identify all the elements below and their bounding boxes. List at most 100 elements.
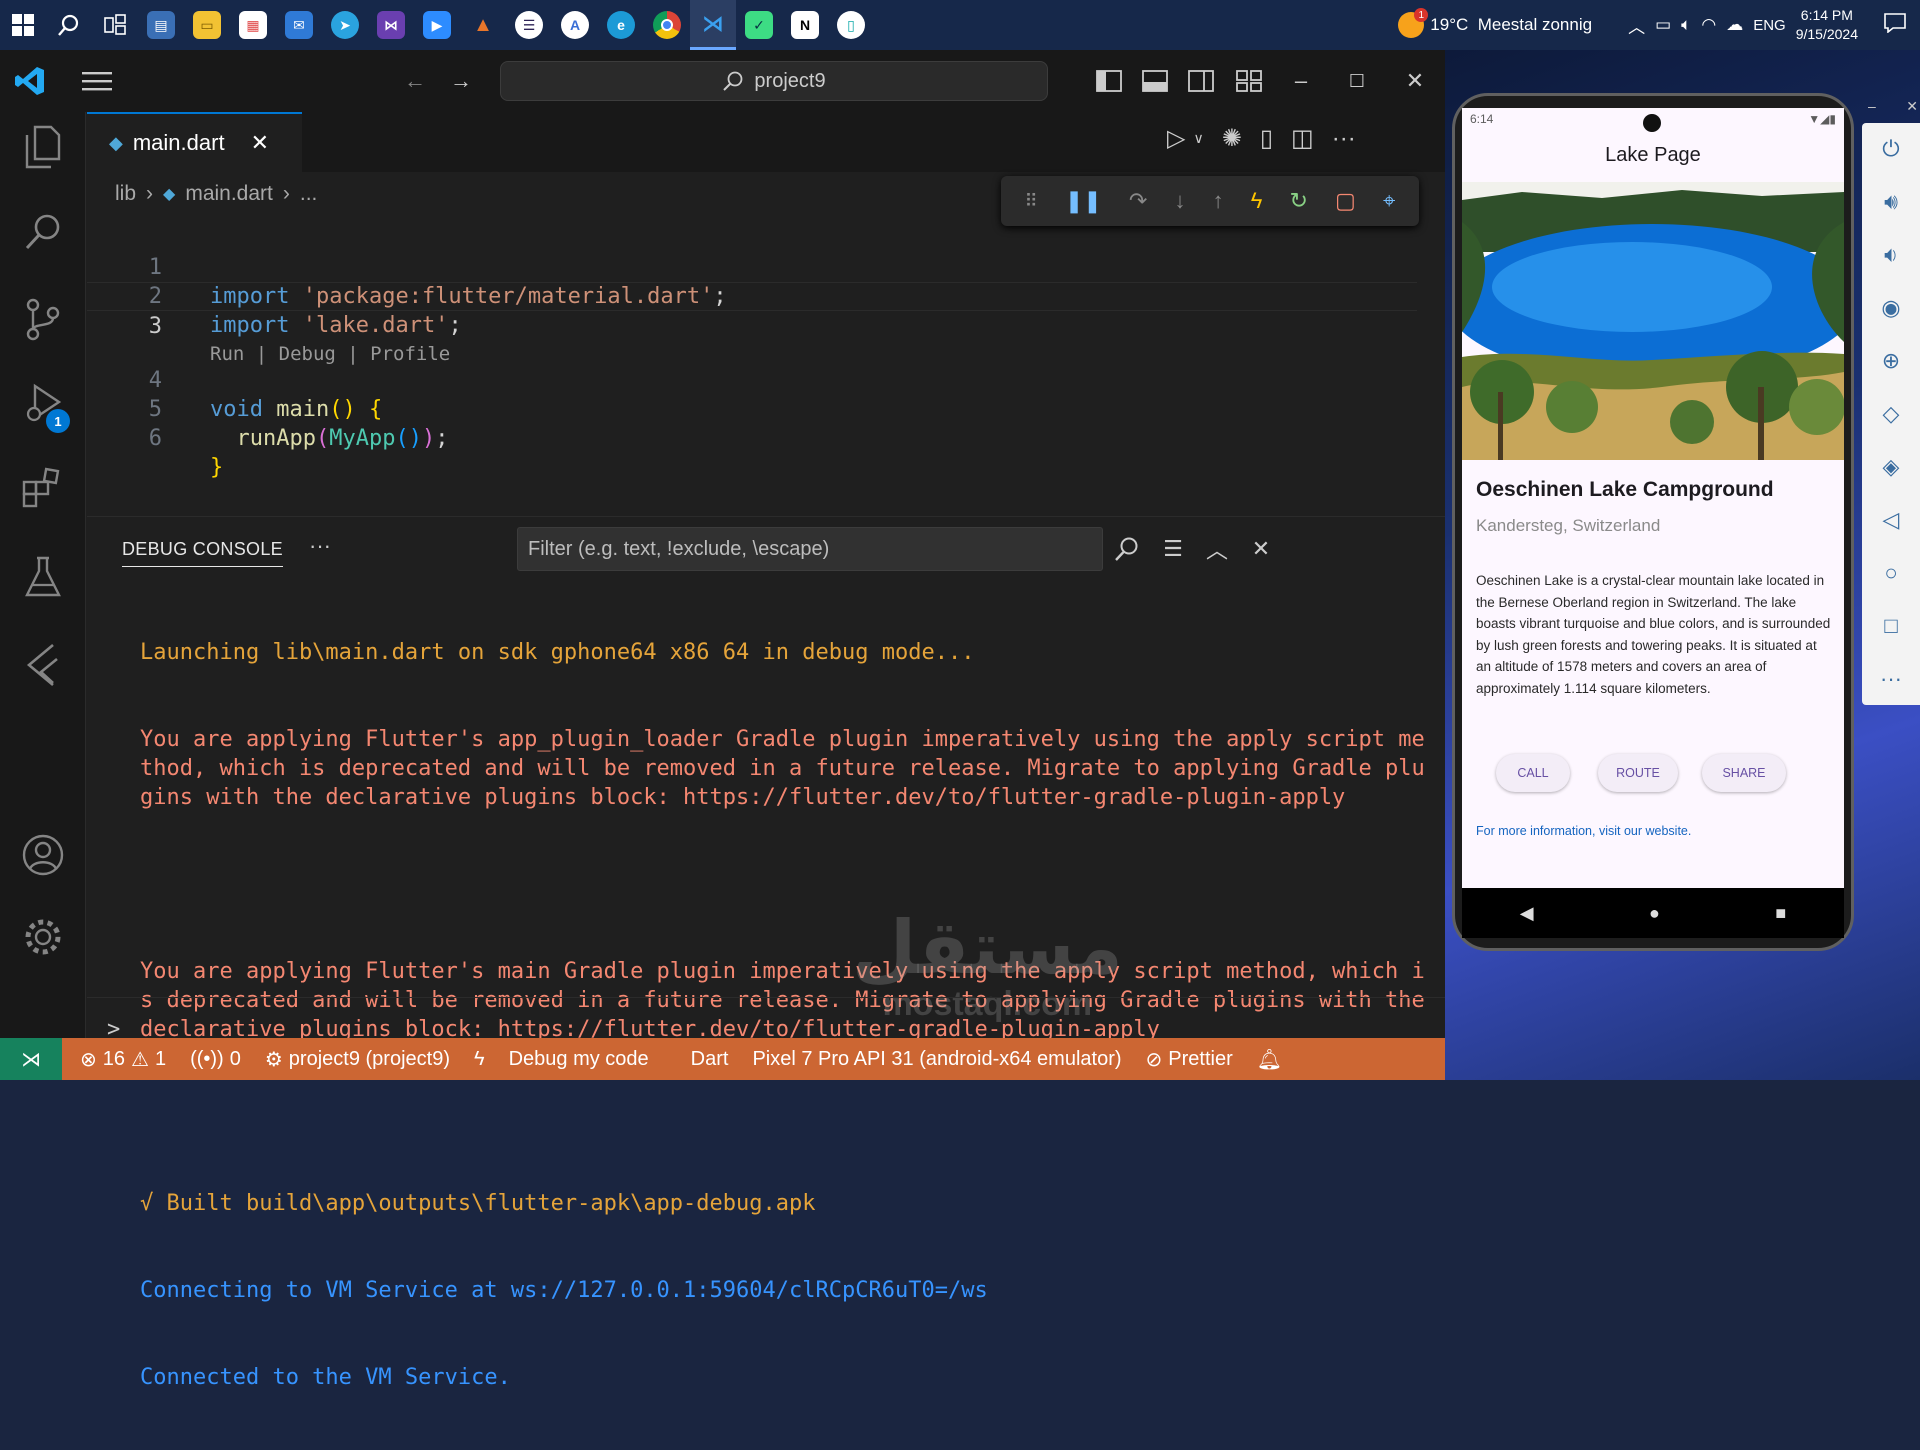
- extensions-icon[interactable]: [0, 454, 86, 524]
- prettier-indicator[interactable]: ⊘ Prettier: [1134, 1047, 1245, 1072]
- phone-screen[interactable]: 6:14 ▼◢▮ Lake Page Oeschinen Lake Campgr…: [1462, 108, 1844, 888]
- accounts-icon[interactable]: [0, 820, 86, 890]
- source-control-icon[interactable]: [0, 284, 86, 354]
- maximize-icon[interactable]: ☐: [1338, 62, 1376, 100]
- widget-inspector-icon[interactable]: ⌖: [1383, 188, 1395, 214]
- visual-studio-icon[interactable]: ⋈: [368, 0, 414, 50]
- remote-icon[interactable]: ⋊: [0, 1038, 62, 1080]
- code-editor[interactable]: 1 import 'package:flutter/material.dart'…: [87, 224, 1417, 480]
- overview-icon[interactable]: □: [1862, 599, 1920, 652]
- battery-icon[interactable]: ▭: [1655, 15, 1671, 35]
- toggle-primary-sidebar-icon[interactable]: [1090, 62, 1128, 100]
- weather-widget[interactable]: 1 19°C Meestal zonnig: [1398, 8, 1592, 38]
- toggle-secondary-sidebar-icon[interactable]: [1182, 62, 1220, 100]
- restart-icon[interactable]: ↻: [1289, 188, 1307, 214]
- search-icon[interactable]: [46, 0, 92, 50]
- zoom-icon[interactable]: ⊕: [1862, 335, 1920, 388]
- forward-arrow-icon[interactable]: →: [442, 62, 480, 100]
- windows-start-icon[interactable]: [0, 0, 46, 50]
- breadcrumb-item[interactable]: lib: [115, 182, 136, 206]
- close-panel-icon[interactable]: ✕: [1243, 531, 1279, 567]
- panel-more-icon[interactable]: ···: [309, 533, 331, 559]
- more-info-link[interactable]: For more information, visit our website.: [1476, 824, 1691, 838]
- explorer-icon[interactable]: [0, 112, 86, 182]
- device-selector[interactable]: Pixel 7 Pro API 31 (android-x64 emulator…: [740, 1048, 1133, 1071]
- chevron-up-icon[interactable]: ︿: [1628, 13, 1645, 38]
- file-explorer-icon[interactable]: ▭: [184, 0, 230, 50]
- app-icon[interactable]: ▤: [138, 0, 184, 50]
- volume-icon[interactable]: 🔈︎: [1681, 15, 1691, 35]
- maximize-panel-icon[interactable]: ︿: [1199, 531, 1235, 567]
- camera-icon[interactable]: ◉: [1862, 282, 1920, 335]
- zoom-icon[interactable]: ▶: [414, 0, 460, 50]
- notion-icon[interactable]: N: [782, 0, 828, 50]
- rotate-right-icon[interactable]: ◈: [1862, 440, 1920, 493]
- back-icon[interactable]: ◁: [1862, 493, 1920, 546]
- share-button[interactable]: SHARE: [1702, 754, 1786, 792]
- pause-icon[interactable]: ❚❚: [1065, 188, 1102, 214]
- language-indicator[interactable]: ENG: [1753, 17, 1786, 34]
- chevron-down-icon[interactable]: ∨: [1193, 130, 1203, 147]
- mail-icon[interactable]: ✉: [276, 0, 322, 50]
- console-filter-input[interactable]: Filter (e.g. text, !exclude, \escape): [517, 527, 1103, 571]
- home-nav-icon[interactable]: ●: [1649, 903, 1660, 924]
- call-button[interactable]: CALL: [1496, 754, 1570, 792]
- close-icon[interactable]: ✕: [1906, 98, 1918, 115]
- run-icon[interactable]: ▷: [1167, 124, 1185, 153]
- more-actions-icon[interactable]: ···: [1332, 125, 1356, 153]
- minimize-icon[interactable]: –: [1282, 62, 1320, 100]
- close-window-icon[interactable]: ✕: [1396, 62, 1434, 100]
- minimize-icon[interactable]: –: [1868, 98, 1876, 115]
- clock[interactable]: 6:14 PM 9/15/2024: [1796, 6, 1858, 44]
- tab-main-dart[interactable]: ◆ main.dart ✕: [87, 112, 302, 172]
- stop-icon[interactable]: ▢: [1335, 188, 1356, 214]
- power-icon[interactable]: ⏻: [1862, 123, 1920, 176]
- step-into-icon[interactable]: ↓: [1174, 188, 1185, 214]
- back-nav-icon[interactable]: ◀: [1520, 903, 1534, 924]
- telegram-icon[interactable]: ➤: [322, 0, 368, 50]
- hot-reload-status-icon[interactable]: ϟ: [462, 1048, 497, 1071]
- step-over-icon[interactable]: ↷: [1129, 188, 1147, 214]
- notifications-bell-icon[interactable]: 🔔︎: [1245, 1047, 1294, 1072]
- route-button[interactable]: ROUTE: [1598, 754, 1678, 792]
- toggle-panel-icon[interactable]: [1136, 62, 1174, 100]
- debug-mode-indicator[interactable]: Debug my code: [497, 1048, 661, 1071]
- eclipse-icon[interactable]: ☰: [506, 0, 552, 50]
- debug-project-indicator[interactable]: ⚙︎ project9 (project9): [253, 1047, 462, 1072]
- vscode-taskbar-icon[interactable]: ⋊: [690, 0, 736, 50]
- app-icon[interactable]: ▯: [828, 0, 874, 50]
- testing-icon[interactable]: [0, 542, 86, 612]
- wifi-icon[interactable]: ◠: [1701, 15, 1716, 35]
- notifications-icon[interactable]: [1884, 12, 1906, 38]
- flutter-devtools-icon[interactable]: ✺: [1222, 124, 1242, 153]
- task-view-icon[interactable]: [92, 0, 138, 50]
- settings-gear-icon[interactable]: [0, 902, 86, 972]
- matlab-icon[interactable]: ▲: [460, 0, 506, 50]
- split-editor-icon[interactable]: ◫: [1291, 124, 1314, 153]
- search-icon[interactable]: [0, 197, 86, 267]
- run-and-debug-icon[interactable]: 1: [0, 369, 86, 439]
- back-arrow-icon[interactable]: ←: [396, 62, 434, 100]
- breadcrumb-item[interactable]: main.dart: [185, 182, 273, 206]
- rotate-left-icon[interactable]: ◇: [1862, 388, 1920, 441]
- recents-nav-icon[interactable]: ■: [1775, 903, 1786, 924]
- app-store-icon[interactable]: A: [552, 0, 598, 50]
- hot-reload-device-icon[interactable]: ▯: [1260, 124, 1273, 153]
- search-icon[interactable]: [1109, 531, 1145, 567]
- flutter-icon[interactable]: [0, 630, 86, 700]
- store-icon[interactable]: ▦: [230, 0, 276, 50]
- volume-down-icon[interactable]: 🔉︎: [1862, 229, 1920, 282]
- menu-icon[interactable]: [78, 62, 116, 100]
- ports-indicator[interactable]: ((•)) 0: [178, 1048, 253, 1071]
- command-center-search[interactable]: project9: [500, 61, 1048, 101]
- android-studio-icon[interactable]: ✓: [736, 0, 782, 50]
- breadcrumb-item[interactable]: ...: [300, 182, 318, 206]
- clear-console-icon[interactable]: ☰: [1155, 531, 1191, 567]
- language-mode[interactable]: Dart: [679, 1048, 741, 1071]
- customize-layout-icon[interactable]: [1230, 62, 1268, 100]
- edge-icon[interactable]: e: [598, 0, 644, 50]
- close-tab-icon[interactable]: ✕: [251, 130, 269, 156]
- home-icon[interactable]: ○: [1862, 546, 1920, 599]
- chrome-icon[interactable]: [644, 0, 690, 50]
- more-icon[interactable]: ···: [1862, 652, 1920, 705]
